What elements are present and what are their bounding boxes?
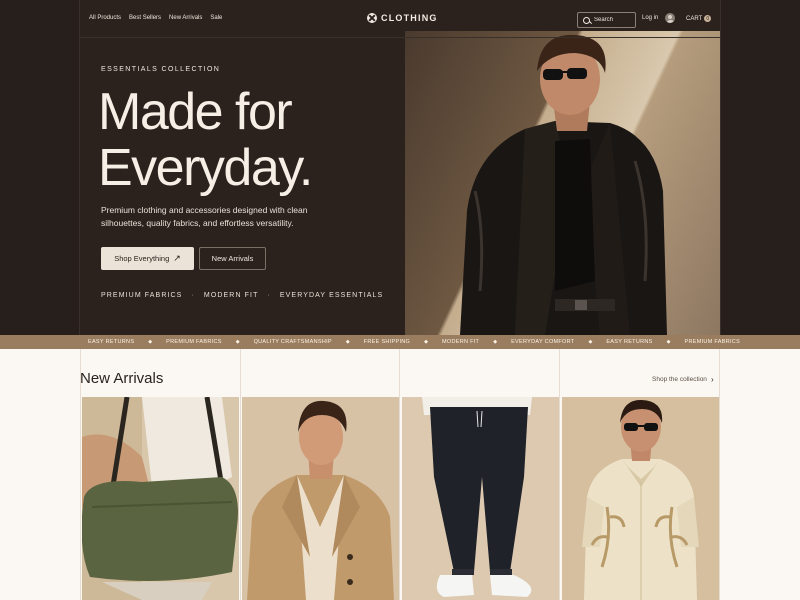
feature-everyday-essentials: EVERYDAY ESSENTIALS (279, 292, 384, 299)
hero-model-photo (405, 31, 720, 335)
marquee-item: MODERN FIT (442, 339, 480, 345)
marquee-dot-icon: ◆ (235, 339, 240, 345)
marquee-dot-icon: ◆ (424, 339, 428, 345)
marquee-item: EVERYDAY COMFORT (511, 339, 575, 345)
nav-links: All Products Best Sellers New Arrivals S… (89, 15, 222, 21)
brand-name: CLOTHING (381, 13, 438, 23)
chevron-right-icon: › (710, 375, 714, 384)
brand-logo[interactable]: CLOTHING (367, 13, 438, 23)
marquee-item: PREMIUM FABRICS (166, 339, 222, 345)
shop-collection-link[interactable]: Shop the collection › (652, 375, 714, 384)
headline-line-1: Made for (98, 83, 293, 141)
shop-everything-button[interactable]: Shop Everything ↗ (101, 247, 194, 270)
user-avatar-icon[interactable] (665, 13, 675, 23)
column-divider (719, 349, 720, 600)
hero-description: Premium clothing and accessories designe… (101, 205, 308, 228)
arrow-up-right-icon: ↗ (173, 253, 181, 263)
cart-button[interactable]: CART 0 (686, 15, 712, 22)
marquee-item: EASY RETURNS (88, 339, 135, 345)
new-arrivals-button[interactable]: New Arrivals (199, 247, 266, 270)
shop-everything-label: Shop Everything (114, 254, 170, 263)
marquee-dot-icon: ◆ (493, 339, 498, 345)
nav-link-new-arrivals[interactable]: New Arrivals (169, 15, 202, 21)
product-card-embroidered-shirt[interactable] (562, 397, 719, 600)
marquee-dot-icon: ◆ (588, 339, 593, 345)
new-arrivals-title: New Arrivals (80, 370, 164, 387)
column-divider (399, 349, 400, 600)
right-gutter (720, 0, 800, 335)
product-card-trench-coat[interactable] (242, 397, 399, 600)
login-link[interactable]: Log in (642, 15, 658, 21)
hero-features: PREMIUM FABRICS · MODERN FIT · EVERYDAY … (101, 292, 383, 299)
marquee-item: QUALITY CRAFTSMANSHIP (253, 339, 332, 345)
feature-modern-fit: MODERN FIT (203, 292, 259, 299)
column-divider (559, 349, 560, 600)
top-nav: All Products Best Sellers New Arrivals S… (80, 0, 720, 38)
search-box[interactable] (577, 12, 636, 28)
cart-label: CART (686, 15, 703, 22)
nav-link-best-sellers[interactable]: Best Sellers (129, 15, 161, 21)
hero-section: All Products Best Sellers New Arrivals S… (80, 0, 720, 335)
column-divider (240, 349, 241, 600)
separator-dot-icon: · (267, 292, 271, 299)
marquee-track: EASY RETURNS ◆ PREMIUM FABRICS ◆ QUALITY… (0, 339, 740, 345)
hero-eyebrow: ESSENTIALS COLLECTION (101, 66, 221, 73)
new-arrivals-section: New Arrivals Shop the collection › (0, 349, 800, 600)
product-card-duffel-bag[interactable] (82, 397, 239, 600)
marquee-item: PREMIUM FABRICS (684, 339, 741, 345)
left-gutter (0, 0, 80, 335)
shop-collection-label: Shop the collection (652, 376, 707, 383)
separator-dot-icon: · (191, 292, 195, 299)
headline-line-2: Everyday. (98, 139, 313, 197)
marquee-dot-icon: ◆ (148, 339, 153, 345)
search-input[interactable] (594, 17, 634, 23)
marquee-dot-icon: ◆ (666, 339, 671, 345)
nav-link-all-products[interactable]: All Products (89, 15, 121, 21)
features-marquee: EASY RETURNS ◆ PREMIUM FABRICS ◆ QUALITY… (0, 335, 800, 349)
feature-premium-fabrics: PREMIUM FABRICS (101, 292, 183, 299)
hero-headline: Made for Everyday. (98, 83, 313, 197)
cart-count-badge: 0 (704, 15, 712, 22)
marquee-item: FREE SHIPPING (363, 339, 411, 345)
logo-x-icon (367, 13, 377, 23)
marquee-dot-icon: ◆ (345, 339, 350, 345)
search-icon (583, 16, 590, 24)
marquee-item: EASY RETURNS (606, 339, 653, 345)
nav-link-sale[interactable]: Sale (210, 15, 222, 21)
product-card-joggers[interactable] (402, 397, 559, 600)
